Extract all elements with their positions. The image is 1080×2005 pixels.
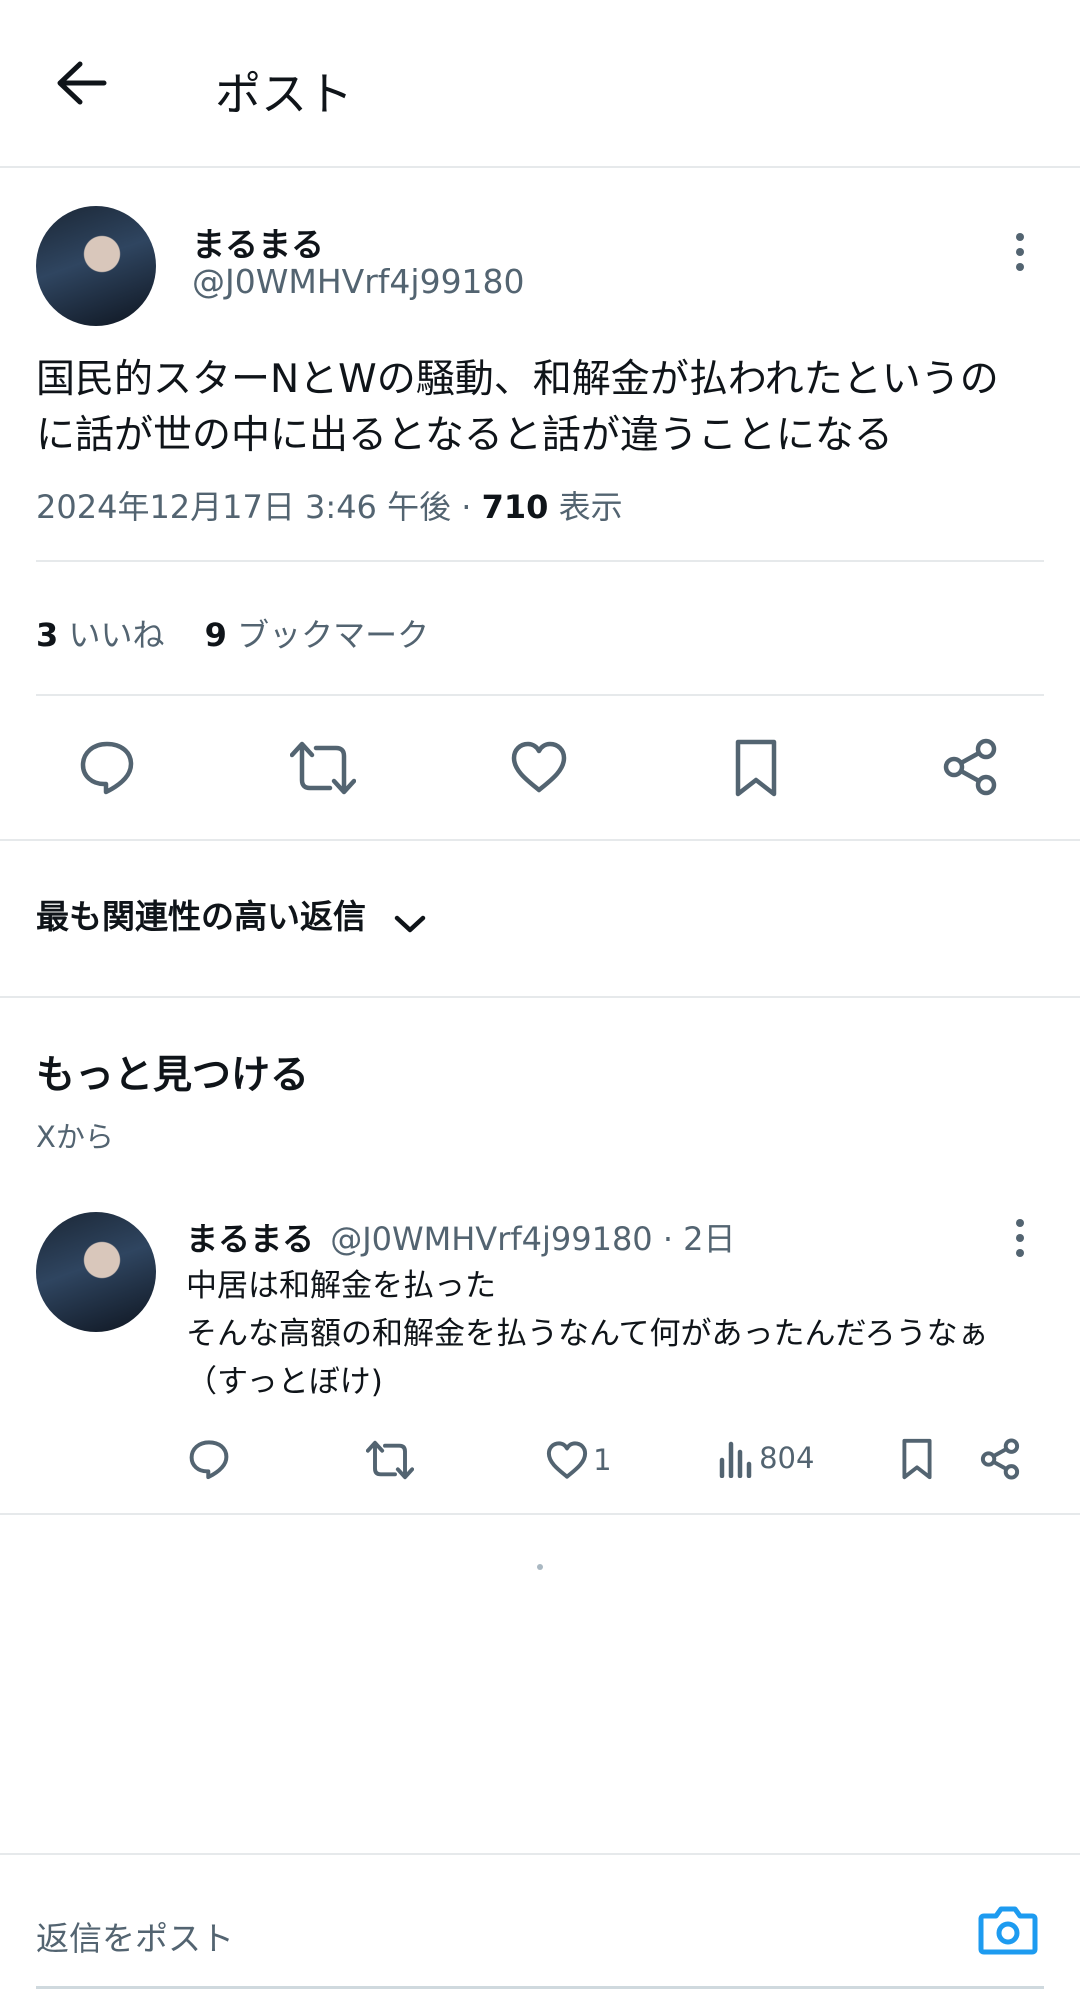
views-label: 表示 bbox=[558, 488, 623, 526]
likes-stat[interactable]: 3 いいね bbox=[36, 616, 175, 654]
bookmarks-stat[interactable]: 9 ブックマーク bbox=[205, 616, 429, 654]
more-vertical-icon bbox=[1016, 1219, 1024, 1257]
reply-input-underline bbox=[36, 1986, 1044, 1989]
heart-icon bbox=[511, 741, 567, 793]
discover-subtitle: Xから bbox=[36, 1120, 114, 1154]
related-share-button[interactable] bbox=[980, 1438, 1020, 1480]
likes-count: 3 bbox=[36, 616, 59, 654]
page-title: ポスト bbox=[215, 67, 353, 121]
bookmark-button[interactable] bbox=[732, 738, 780, 798]
share-icon bbox=[943, 738, 997, 796]
related-post-line2: そんな高額の和解金を払うなんて何があったんだろうなぁ（すっとぼけ) bbox=[186, 1316, 989, 1400]
repost-icon bbox=[366, 1440, 414, 1480]
author-name[interactable]: まるまる bbox=[192, 218, 324, 266]
reply-button[interactable] bbox=[78, 738, 136, 796]
related-post-line1: 中居は和解金を払った bbox=[186, 1268, 496, 1304]
more-vertical-icon bbox=[1016, 233, 1024, 271]
related-view-count: 804 bbox=[759, 1441, 815, 1475]
related-post-handle: @J0WMHVrf4j99180 bbox=[330, 1220, 653, 1258]
meta-separator: · bbox=[461, 488, 472, 526]
reply-input[interactable]: 返信をポスト bbox=[36, 1912, 234, 1960]
related-repost-button[interactable] bbox=[366, 1440, 414, 1480]
bookmarks-count: 9 bbox=[204, 616, 227, 654]
related-post-more-button[interactable] bbox=[1010, 1218, 1030, 1258]
related-post-header[interactable]: まるまる @J0WMHVrf4j99180 · 2日 bbox=[186, 1214, 736, 1260]
related-views-button[interactable]: 804 bbox=[718, 1438, 814, 1478]
heart-icon bbox=[546, 1441, 588, 1479]
related-like-count: 1 bbox=[593, 1443, 612, 1477]
related-like-button[interactable]: 1 bbox=[546, 1440, 612, 1480]
likes-label: いいね bbox=[68, 616, 165, 654]
camera-icon bbox=[978, 1906, 1038, 1955]
camera-button[interactable] bbox=[978, 1904, 1038, 1956]
related-post-age: · 2日 bbox=[662, 1220, 736, 1258]
post-text: 国民的スターNとWの騒動、和解金が払われたというのに話が世の中に出るとなると話が… bbox=[36, 357, 999, 458]
related-reply-button[interactable] bbox=[188, 1438, 230, 1480]
share-button[interactable] bbox=[942, 738, 998, 796]
views-count: 710 bbox=[481, 488, 549, 526]
bar-chart-icon bbox=[719, 1441, 752, 1478]
replies-sort-label: 最も関連性の高い返信 bbox=[36, 897, 366, 936]
back-button[interactable] bbox=[52, 58, 110, 108]
reply-icon bbox=[80, 741, 134, 795]
reply-icon bbox=[189, 1440, 229, 1480]
related-post-text[interactable]: 中居は和解金を払った そんな高額の和解金を払うなんて何があったんだろうなぁ（すっ… bbox=[186, 1262, 1016, 1406]
avatar[interactable] bbox=[36, 206, 156, 326]
related-bookmark-button[interactable] bbox=[900, 1438, 934, 1480]
more-options-button[interactable] bbox=[1010, 232, 1030, 272]
arrow-left-icon bbox=[57, 61, 107, 105]
like-button[interactable] bbox=[510, 740, 568, 794]
related-post-avatar[interactable] bbox=[36, 1212, 156, 1332]
loading-indicator bbox=[537, 1564, 543, 1570]
discover-title: もっと見つける bbox=[36, 1053, 310, 1098]
post-meta: 2024年12月17日 3:46 午後 · 710 表示 bbox=[36, 482, 623, 528]
repost-button[interactable] bbox=[290, 740, 356, 796]
bookmarks-label: ブックマーク bbox=[237, 616, 430, 654]
replies-sort-dropdown[interactable]: 最も関連性の高い返信 bbox=[36, 890, 427, 938]
post-timestamp[interactable]: 2024年12月17日 3:46 午後 bbox=[36, 488, 451, 526]
bookmark-icon bbox=[735, 739, 777, 797]
share-icon bbox=[980, 1438, 1020, 1480]
related-post-author-name: まるまる bbox=[186, 1220, 315, 1258]
chevron-down-icon bbox=[394, 915, 426, 932]
post-stats: 3 いいね 9 ブックマーク bbox=[36, 610, 429, 656]
author-handle[interactable]: @J0WMHVrf4j99180 bbox=[192, 262, 525, 301]
repost-icon bbox=[290, 741, 356, 795]
bookmark-icon bbox=[902, 1438, 932, 1480]
